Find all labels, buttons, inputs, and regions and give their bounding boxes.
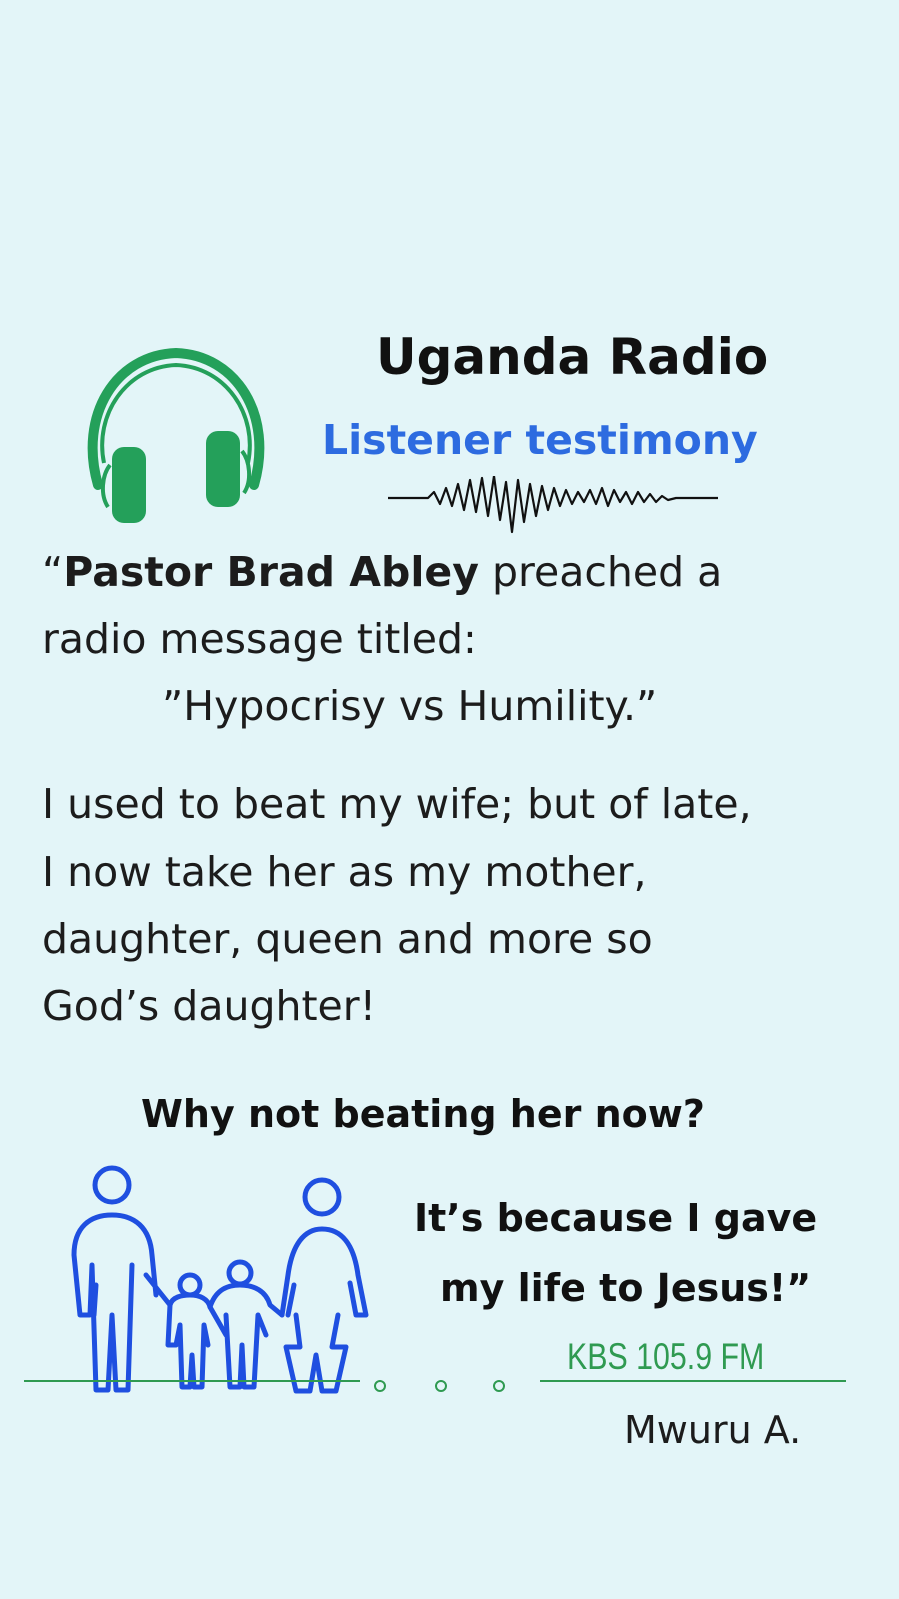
answer-line-1: It’s because I gave [414, 1196, 818, 1240]
testimony-line-2: radio message titled: [42, 615, 477, 663]
page-subtitle: Listener testimony [322, 416, 758, 464]
sermon-title: ”Hypocrisy vs Humility.” [162, 682, 658, 730]
question-text: Why not beating her now? [141, 1092, 705, 1136]
testimony-line-1-rest: preached a [478, 548, 723, 596]
testimony-para2-line-4: God’s daughter! [42, 982, 377, 1030]
testimony-para2-line-3: daughter, queen and more so [42, 915, 653, 963]
answer-line-2: my life to Jesus!” [440, 1266, 812, 1310]
signature: Mwuru A. [624, 1408, 802, 1452]
pastor-name: Pastor Brad Abley [63, 548, 479, 596]
open-quote: “ [42, 548, 64, 596]
headphones-icon [87, 347, 265, 523]
sound-wave-icon [388, 476, 718, 534]
testimony-para2-line-1: I used to beat my wife; but of late, [42, 780, 752, 828]
testimony-line-1: “Pastor Brad Abley preached a [42, 552, 722, 593]
testimony-para2-line-2: I now take her as my mother, [42, 848, 647, 896]
page-title: Uganda Radio [376, 328, 769, 386]
station-name: KBS 105.9 FM [567, 1336, 765, 1377]
